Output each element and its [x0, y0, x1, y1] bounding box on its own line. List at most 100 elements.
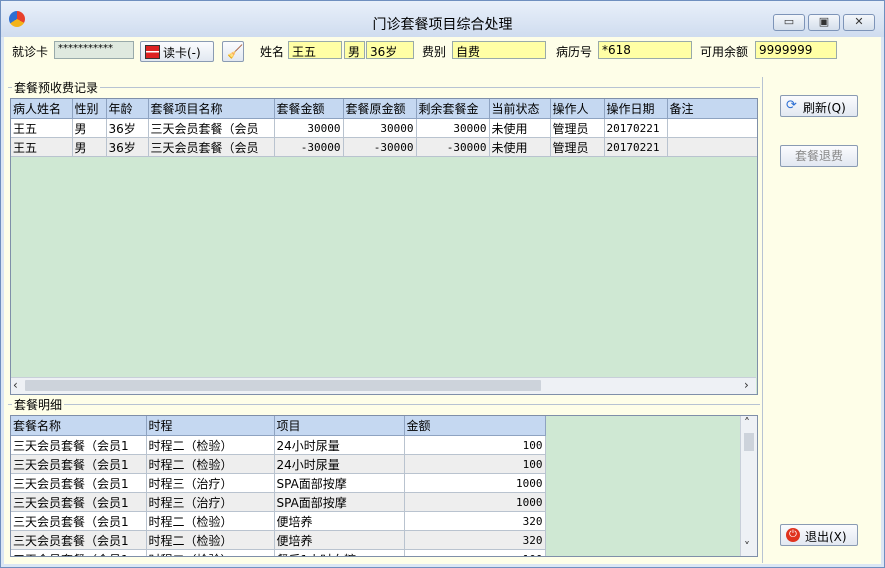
detail-vertical-scrollbar[interactable]: ˄ ˅	[740, 416, 757, 556]
table-cell: 三天会员套餐（会员1	[11, 435, 147, 455]
table-cell: 30000	[416, 118, 490, 138]
column-header[interactable]: 时程	[146, 416, 275, 436]
table-cell: 100	[404, 549, 546, 556]
table-cell: 三天会员套餐（会员1	[11, 549, 147, 556]
name-label: 姓名	[260, 45, 285, 59]
card-reader-icon	[145, 45, 160, 59]
table-cell: 三天会员套餐（会员1	[11, 473, 147, 493]
table-cell: 时程三（治疗）	[146, 473, 275, 493]
column-header[interactable]: 备注	[667, 99, 757, 119]
column-header[interactable]: 套餐金额	[274, 99, 344, 119]
refresh-button[interactable]: ⟳ 刷新(Q)	[780, 95, 858, 117]
age-field[interactable]: 36岁	[366, 41, 414, 59]
refresh-label: 刷新(Q)	[803, 101, 846, 115]
detail-group-title: 套餐明细	[12, 396, 65, 413]
table-row[interactable]: 王五男 36岁 三天会员套餐（会员 -30000 -30000 -30000 未使用 管理员 2…	[11, 137, 757, 157]
scroll-down-icon[interactable]: ˅	[744, 540, 750, 554]
table-cell: 未使用	[489, 118, 551, 138]
column-header[interactable]: 剩余套餐金	[416, 99, 490, 119]
close-button[interactable]: ✕	[843, 14, 875, 31]
table-cell: 100	[404, 435, 546, 455]
table-row[interactable]: 三天会员套餐（会员1 时程二（检验） 便培养 320	[11, 530, 546, 550]
detail-group-line	[8, 404, 760, 405]
column-header[interactable]: 性别	[72, 99, 107, 119]
table-cell: 24小时尿量	[274, 454, 405, 474]
table-cell: -30000	[274, 137, 344, 157]
table-cell: 24小时尿量	[274, 435, 405, 455]
table-cell: 时程二（检验）	[146, 511, 275, 531]
scroll-left-icon[interactable]: ‹	[13, 378, 18, 392]
table-cell: -30000	[343, 137, 417, 157]
package-refund-button[interactable]: 套餐退费	[780, 145, 858, 167]
table-cell: 36岁	[106, 137, 149, 157]
table-cell: 管理员	[550, 118, 605, 138]
table-cell: 便培养	[274, 530, 405, 550]
column-header[interactable]: 操作人	[550, 99, 605, 119]
scrollbar-thumb[interactable]	[744, 433, 754, 451]
card-number-field[interactable]: ***********	[54, 41, 134, 59]
broom-icon: 🧹	[227, 45, 244, 60]
table-cell: 男	[72, 118, 107, 138]
prepay-horizontal-scrollbar[interactable]: ‹ ›	[11, 377, 756, 394]
read-card-label: 读卡(-)	[163, 46, 201, 60]
main-window: 门诊套餐项目综合处理 ▭ ▣ ✕ 就诊卡 *********** 读卡(-) 🧹…	[0, 0, 885, 568]
table-row[interactable]: 三天会员套餐（会员1 时程二（检验） 24小时尿量 100	[11, 454, 546, 474]
table-cell: 餐后1小时血糖	[274, 549, 405, 556]
prepay-group-title: 套餐预收费记录	[12, 79, 101, 96]
table-row[interactable]: 三天会员套餐（会员1 时程三（治疗） SPA面部按摩 1000	[11, 492, 546, 512]
column-header[interactable]: 项目	[274, 416, 405, 436]
table-row[interactable]: 三天会员套餐（会员1时程二（检验）餐后1小时血糖100	[11, 549, 546, 556]
table-cell: 未使用	[489, 137, 551, 157]
column-header[interactable]: 病人姓名	[11, 99, 73, 119]
card-label: 就诊卡	[12, 45, 49, 59]
table-cell: 30000	[343, 118, 417, 138]
table-cell: 时程二（检验）	[146, 549, 275, 556]
table-cell: 320	[404, 530, 546, 550]
table-cell: 王五	[11, 137, 73, 157]
column-header[interactable]: 当前状态	[489, 99, 551, 119]
table-row[interactable]: 三天会员套餐（会员1 时程二（检验） 便培养 320	[11, 511, 546, 531]
refresh-icon: ⟳	[786, 98, 797, 113]
balance-field[interactable]: 9999999	[755, 41, 837, 59]
balance-label: 可用余额	[700, 45, 749, 59]
table-cell: 36岁	[106, 118, 149, 138]
gender-field[interactable]: 男	[344, 41, 365, 59]
table-cell: 三天会员套餐（会员1	[11, 530, 147, 550]
table-cell: 时程二（检验）	[146, 454, 275, 474]
table-row[interactable]: 王五男 36岁 三天会员套餐（会员 30000 30000 30000 未使用 管理员 2017…	[11, 118, 757, 138]
table-cell: 便培养	[274, 511, 405, 531]
fee-type-field[interactable]: 自费	[452, 41, 546, 59]
fee-type-label: 费别	[422, 45, 447, 59]
exit-label: 退出(X)	[805, 530, 847, 544]
column-header[interactable]: 套餐名称	[11, 416, 147, 436]
table-cell: 三天会员套餐（会员1	[11, 511, 147, 531]
column-header[interactable]: 金额	[404, 416, 546, 436]
table-cell: SPA面部按摩	[274, 473, 405, 493]
panel-divider	[762, 77, 763, 563]
exit-button[interactable]: ⏻ 退出(X)	[780, 524, 858, 546]
detail-table[interactable]: 套餐名称 时程 项目 金额 三天会员套餐（会员1 时程二（检验） 24小时尿量 100 三天会…	[10, 415, 758, 557]
client-area: 就诊卡 *********** 读卡(-) 🧹 姓名 王五 男 36岁 费别 自…	[4, 37, 881, 564]
clear-button[interactable]: 🧹	[222, 41, 244, 62]
table-cell: 三天会员套餐（会员	[148, 137, 275, 157]
table-cell: 320	[404, 511, 546, 531]
column-header[interactable]: 操作日期	[604, 99, 668, 119]
table-cell: 三天会员套餐（会员1	[11, 492, 147, 512]
table-row[interactable]: 三天会员套餐（会员1 时程二（检验） 24小时尿量 100	[11, 435, 546, 455]
scroll-right-icon[interactable]: ›	[744, 378, 749, 392]
prepay-table[interactable]: 病人姓名 性别 年龄 套餐项目名称 套餐金额 套餐原金额 剩余套餐金 当前状态 操作人 操作日期备…	[10, 98, 758, 395]
column-header[interactable]: 套餐原金额	[343, 99, 417, 119]
column-header[interactable]: 套餐项目名称	[148, 99, 275, 119]
scroll-up-icon[interactable]: ˄	[744, 416, 750, 430]
table-cell: 1000	[404, 492, 546, 512]
maximize-button[interactable]: ▣	[808, 14, 840, 31]
table-cell: 时程二（检验）	[146, 435, 275, 455]
scrollbar-thumb[interactable]	[25, 380, 541, 391]
read-card-button[interactable]: 读卡(-)	[140, 41, 214, 62]
table-cell	[667, 118, 757, 138]
table-row[interactable]: 三天会员套餐（会员1 时程三（治疗） SPA面部按摩 1000	[11, 473, 546, 493]
record-number-field[interactable]: *618	[598, 41, 692, 59]
patient-name-field[interactable]: 王五	[288, 41, 342, 59]
column-header[interactable]: 年龄	[106, 99, 149, 119]
minimize-button[interactable]: ▭	[773, 14, 805, 31]
